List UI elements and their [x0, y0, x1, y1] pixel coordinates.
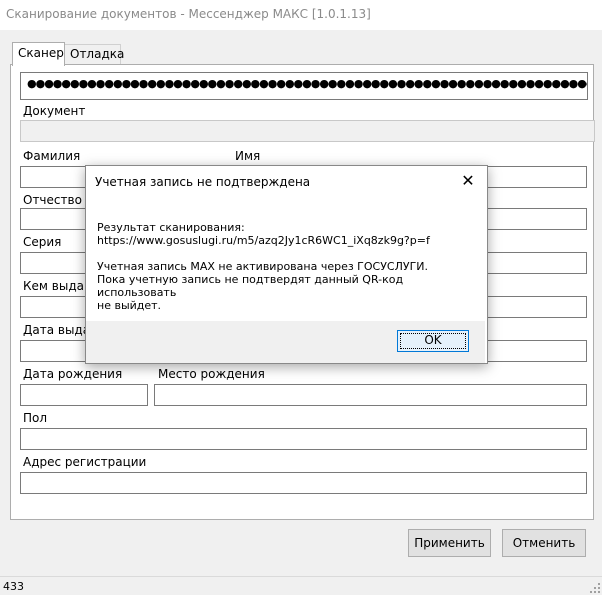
window-titlebar: Сканирование документов - Мессенджер МАК… — [0, 0, 602, 30]
series-label: Серия — [23, 235, 62, 249]
status-count: 433 — [3, 580, 24, 593]
birth-date-label: Дата рождения — [23, 367, 123, 381]
birth-date-field[interactable] — [20, 384, 148, 406]
unverified-account-dialog: Учетная запись не подтверждена ✕ Результ… — [85, 165, 488, 364]
dialog-line-result: Результат сканирования: — [97, 221, 245, 234]
dialog-footer: OK — [86, 321, 485, 363]
scan-input[interactable]: ●●●●●●●●●●●●●●●●●●●●●●●●●●●●●●●●●●●●●●●●… — [20, 72, 588, 100]
document-label: Документ — [23, 104, 86, 118]
gender-label: Пол — [23, 411, 48, 425]
address-label: Адрес регистрации — [23, 455, 147, 469]
dialog-line-not-activated: Учетная запись MAX не активирована через… — [97, 260, 429, 273]
birth-place-field[interactable] — [154, 384, 587, 406]
tab-scanner[interactable]: Сканер — [12, 42, 65, 66]
gender-field[interactable] — [20, 428, 587, 450]
dialog-title: Учетная запись не подтверждена — [95, 175, 311, 189]
issued-by-label: Кем выдан — [23, 279, 92, 293]
document-field — [20, 120, 595, 142]
cancel-button[interactable]: Отменить — [502, 529, 586, 557]
ok-button[interactable]: OK — [397, 330, 469, 352]
address-field[interactable] — [20, 472, 587, 494]
dialog-message: Результат сканирования: https://www.gosu… — [97, 221, 477, 312]
apply-button[interactable]: Применить — [408, 529, 491, 557]
status-bar: 433 — [0, 576, 602, 595]
birth-place-label: Место рождения — [158, 367, 265, 381]
tab-debug[interactable]: Отладка — [64, 44, 124, 65]
patronymic-label: Отчество — [23, 193, 82, 207]
dialog-line-warning: Пока учетную запись не подтвердят данный… — [97, 273, 404, 299]
first-name-label: Имя — [235, 149, 261, 163]
resize-grip-icon[interactable] — [590, 583, 600, 593]
dialog-line-url: https://www.gosuslugi.ru/m5/azq2Jy1cR6WC… — [97, 234, 430, 247]
close-icon[interactable]: ✕ — [457, 170, 479, 192]
window-title: Сканирование документов - Мессенджер МАК… — [6, 7, 371, 21]
last-name-label: Фамилия — [23, 149, 81, 163]
dialog-line-warning-end: не выйдет. — [97, 299, 162, 312]
